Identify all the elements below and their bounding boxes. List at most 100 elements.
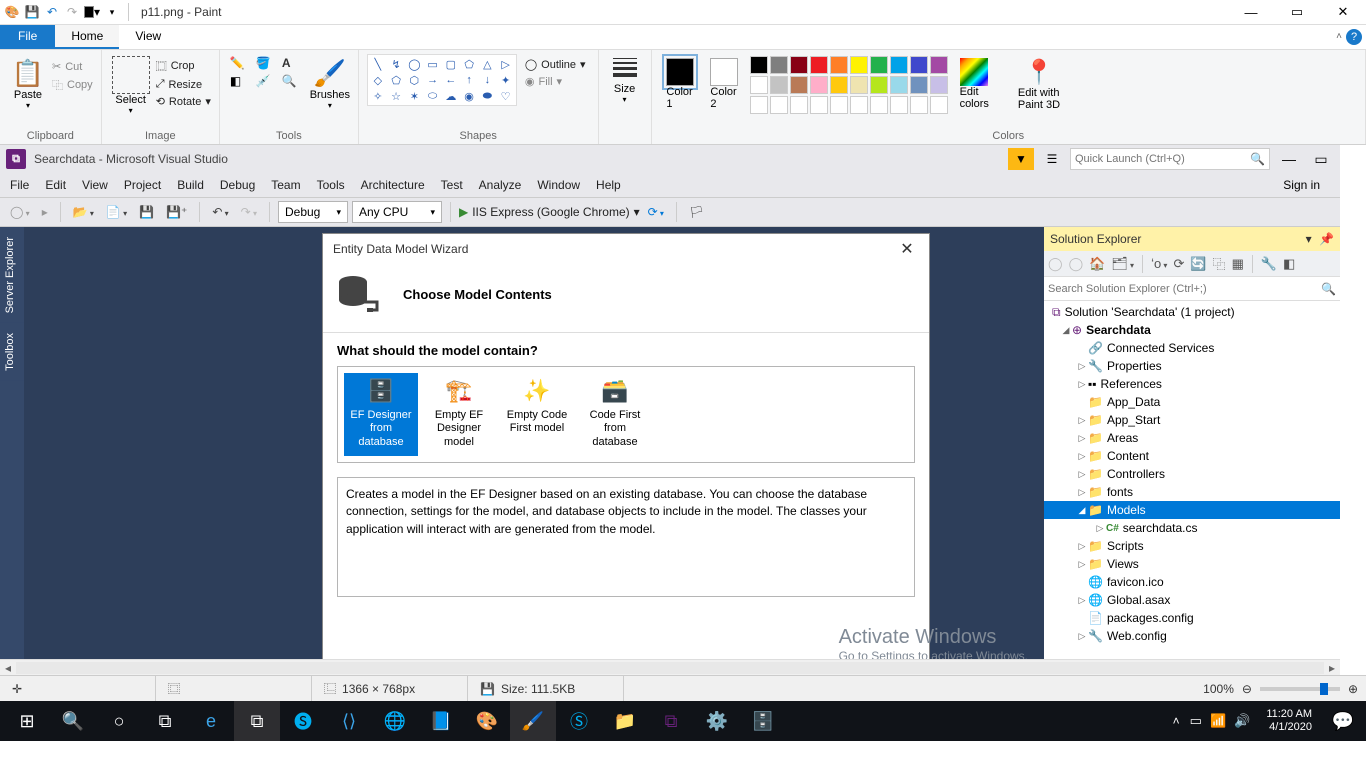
select-button[interactable]: Select▾ [110,54,152,117]
vs-menu-architecture[interactable]: Architecture [361,178,425,192]
search-button[interactable]: 🔍 [50,701,96,741]
edit-paint3d-button[interactable]: 📍Edit with Paint 3D [1012,54,1066,115]
vs2-taskbar-icon[interactable]: ⧉ [648,701,694,741]
references-node[interactable]: ▷▪▪References [1044,375,1340,393]
color-swatch[interactable] [910,76,928,94]
redo-icon[interactable]: ↷ [64,4,80,20]
se-pending-icon[interactable]: ʻo [1151,256,1167,271]
settings-taskbar-icon[interactable]: ⚙️ [694,701,740,741]
vs-menu-tools[interactable]: Tools [317,178,345,192]
color-swatch[interactable] [790,56,808,74]
undo-button[interactable]: ↶ [208,203,232,221]
shapes-gallery[interactable]: ╲↯◯▭▢⬠△▷ ◇⬠⬡→←↑↓✦ ✧☆✶⬭☁◉⬬♡ [367,54,517,106]
battery-icon[interactable]: ▭ [1190,713,1202,729]
scroll-left-icon[interactable]: ◂ [0,660,16,675]
qat-customize-icon[interactable]: ▾ [104,4,120,20]
web-config-node[interactable]: ▷🔧Web.config [1044,627,1340,645]
extra-tool-button[interactable]: 🏳 [685,203,708,221]
color-swatch[interactable] [750,76,768,94]
vs-notification-icon[interactable]: ▼ [1008,148,1034,170]
color-swatch[interactable] [930,96,948,114]
zoom-control[interactable]: 100% ⊖ ⊕ [1195,682,1366,696]
chrome-taskbar-icon[interactable]: 🌐 [372,701,418,741]
se-search-box[interactable]: 🔍 [1044,277,1340,301]
se-scope-icon[interactable]: 🗂 [1111,256,1134,272]
color-swatch[interactable] [850,56,868,74]
color-swatch[interactable] [930,76,948,94]
add-item-button[interactable]: 📄 [102,203,131,221]
vs-menu-help[interactable]: Help [596,178,621,192]
color-palette[interactable] [748,54,950,116]
vs-feedback-icon[interactable]: ☰ [1040,148,1064,170]
vs-maximize-button[interactable]: ▭ [1308,151,1334,168]
color-swatch[interactable] [850,76,868,94]
size-button[interactable]: Size▾ [607,54,643,108]
vs-menu-view[interactable]: View [82,178,108,192]
text-tool-icon[interactable]: A [282,56,304,70]
solution-tree[interactable]: ⧉Solution 'Searchdata' (1 project) ◢⊕Sea… [1044,301,1340,667]
pencil-tool-icon[interactable]: ✏️ [230,56,252,70]
content-node[interactable]: ▷📁Content [1044,447,1340,465]
se-home-icon[interactable]: 🏠 [1089,256,1105,272]
nav-back-button[interactable]: ◯ [6,203,34,221]
app-taskbar-icon-1[interactable]: 🎨 [464,701,510,741]
explorer-taskbar-icon[interactable]: 📁 [602,701,648,741]
color-swatch[interactable] [890,56,908,74]
nav-forward-button[interactable]: ▸ [38,203,52,221]
edit-colors-button[interactable]: Edit colors [954,54,995,114]
vs-minimize-button[interactable]: — [1276,151,1302,167]
save-button[interactable]: 💾 [135,203,158,221]
solution-node[interactable]: ⧉Solution 'Searchdata' (1 project) [1044,303,1340,321]
picker-tool-icon[interactable]: 💉 [256,74,278,88]
zoom-out-button[interactable]: ⊖ [1242,682,1252,696]
minimize-button[interactable]: — [1228,0,1274,25]
scripts-node[interactable]: ▷📁Scripts [1044,537,1340,555]
search-icon[interactable]: 🔍 [1321,282,1336,296]
taskview-button[interactable]: ⧉ [142,701,188,741]
areas-node[interactable]: ▷📁Areas [1044,429,1340,447]
crop-button[interactable]: ⿴ Crop [156,56,211,76]
magnifier-tool-icon[interactable]: 🔍 [282,74,304,88]
color-swatch[interactable] [910,56,928,74]
se-preview-icon[interactable]: ◧ [1283,256,1295,272]
config-combo[interactable]: Debug▾ [278,201,348,223]
global-asax-node[interactable]: ▷🌐Global.asax [1044,591,1340,609]
se-collapse-icon[interactable]: ⿻ [1213,254,1226,273]
color-swatch[interactable] [790,76,808,94]
paint-horizontal-scrollbar[interactable]: ◂ ▸ [0,659,1340,675]
color-swatch[interactable] [830,76,848,94]
undo-icon[interactable]: ↶ [44,4,60,20]
color-swatch[interactable] [870,96,888,114]
favicon-node[interactable]: 🌐favicon.ico [1044,573,1340,591]
skype-taskbar-icon[interactable]: 🅢 [280,701,326,741]
help-icon[interactable]: ? [1346,29,1362,45]
se-properties-icon[interactable]: 🔧 [1261,256,1277,272]
vs-menu-test[interactable]: Test [441,178,463,192]
vs-menu-file[interactable]: File [10,178,29,192]
start-button[interactable]: ⊞ [4,701,50,741]
color-swatch[interactable] [890,96,908,114]
se-search-input[interactable] [1048,283,1321,295]
file-tab[interactable]: File [0,25,55,49]
vs-menu-build[interactable]: Build [177,178,204,192]
zoom-slider[interactable] [1260,687,1340,691]
run-button[interactable]: ▶IIS Express (Google Chrome) ▾ [459,205,640,219]
maximize-button[interactable]: ▭ [1274,0,1320,25]
color-swatch[interactable] [770,56,788,74]
app-data-node[interactable]: 📁App_Data [1044,393,1340,411]
app-start-node[interactable]: ▷📁App_Start [1044,411,1340,429]
properties-node[interactable]: ▷🔧Properties [1044,357,1340,375]
color-swatch[interactable] [770,76,788,94]
eraser-tool-icon[interactable]: ◧ [230,74,252,88]
copy-button[interactable]: ⿻ Copy [52,75,93,95]
paint-taskbar-icon[interactable]: 🖌️ [510,701,556,741]
home-tab[interactable]: Home [55,25,119,49]
notepad-taskbar-icon[interactable]: 📘 [418,701,464,741]
volume-icon[interactable]: 🔊 [1234,713,1250,729]
fill-tool-icon[interactable]: 🪣 [256,56,278,70]
cut-button[interactable]: ✂ Cut [52,58,93,75]
se-sync-icon[interactable]: ⟳ [1173,256,1184,272]
searchdata-cs-node[interactable]: ▷C#searchdata.cs [1044,519,1340,537]
ribbon-collapse-icon[interactable]: ˄ [1336,31,1342,42]
color-swatch[interactable] [930,56,948,74]
